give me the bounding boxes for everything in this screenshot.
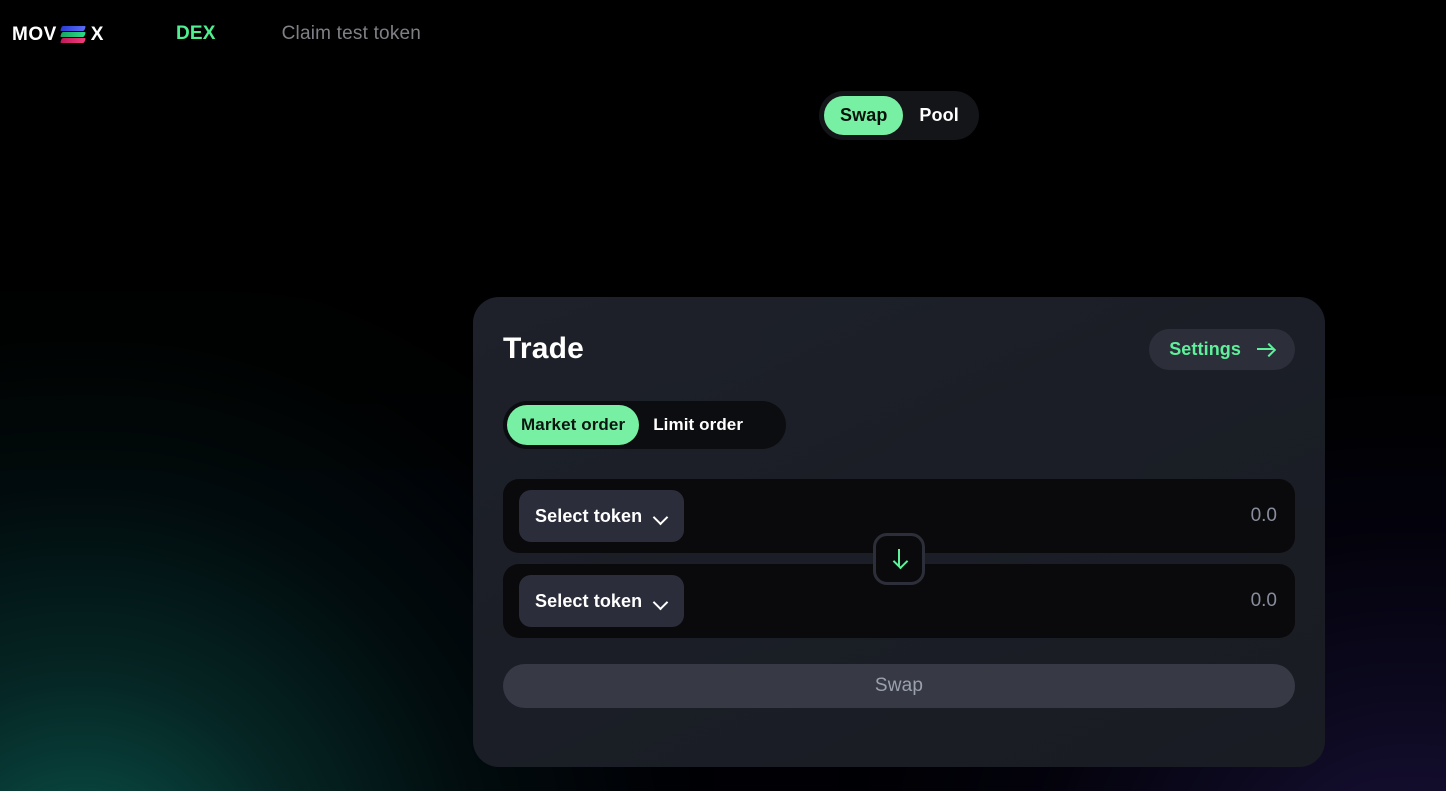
brand-logo[interactable]: MOV X [12, 23, 104, 45]
swap-pool-toggle: Swap Pool [819, 91, 979, 140]
order-type-tabs: Market order Limit order [503, 401, 786, 449]
nav-links: DEX Claim test token [176, 23, 421, 45]
trade-card: Trade Settings Market order Limit order … [473, 297, 1325, 767]
toggle-option-pool[interactable]: Pool [903, 96, 974, 135]
arrow-right-icon [1257, 342, 1275, 356]
select-token-from-button[interactable]: Select token [519, 490, 685, 542]
tab-market-order[interactable]: Market order [507, 405, 640, 445]
chevron-down-icon [654, 512, 668, 521]
amount-to-input[interactable] [959, 590, 1279, 612]
nav-link-dex[interactable]: DEX [176, 23, 216, 45]
flip-direction-button[interactable] [873, 532, 925, 585]
select-token-to-button[interactable]: Select token [519, 575, 685, 627]
brand-text-left: MOV [12, 23, 57, 45]
arrow-down-icon [892, 548, 906, 569]
settings-button[interactable]: Settings [1149, 328, 1295, 370]
toggle-option-swap[interactable]: Swap [824, 96, 904, 135]
select-token-to-label: Select token [535, 590, 643, 611]
select-token-from-label: Select token [535, 505, 643, 526]
nav-link-claim-test-token[interactable]: Claim test token [282, 23, 421, 45]
settings-button-label: Settings [1169, 338, 1241, 359]
amount-from-input[interactable] [959, 505, 1279, 527]
trade-card-header: Trade Settings [503, 327, 1295, 371]
chevron-down-icon [654, 597, 668, 606]
layers-stack-icon [59, 23, 87, 45]
top-navigation-bar: MOV X DEX Claim test token [0, 0, 1446, 68]
swap-rows: Select token Select token [503, 479, 1295, 638]
tab-limit-order[interactable]: Limit order [639, 405, 757, 445]
brand-text-right: X [90, 23, 104, 45]
swap-submit-button[interactable]: Swap [503, 664, 1295, 708]
page-title: Trade [503, 332, 585, 365]
